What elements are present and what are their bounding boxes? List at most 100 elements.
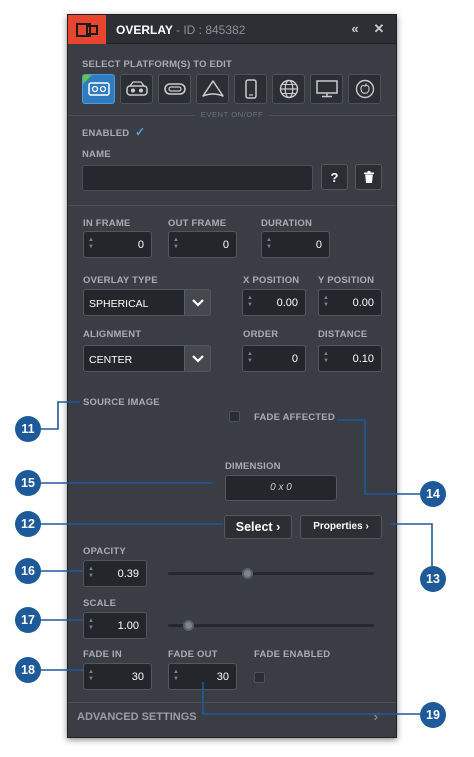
- x-position-value: 0.00: [276, 297, 298, 309]
- cardboard-icon: [163, 83, 186, 95]
- distance-value: 0.10: [352, 353, 374, 365]
- scale-slider[interactable]: [168, 620, 374, 631]
- vr-headset-active-icon: [87, 82, 110, 96]
- fade-out-value: 30: [216, 671, 229, 683]
- y-position-label: Y POSITION: [318, 275, 375, 286]
- spinner-icon[interactable]: ▲ ▼: [87, 566, 95, 580]
- close-icon[interactable]: ✕: [371, 21, 387, 37]
- callout-15: 15: [15, 470, 41, 496]
- desktop-monitor-icon: [315, 80, 338, 98]
- advanced-settings-row[interactable]: ADVANCED SETTINGS ›: [68, 704, 396, 730]
- section-divider: [68, 205, 396, 206]
- callout-12: 12: [15, 511, 41, 537]
- title-bar: OVERLAY - ID : 845382 « ✕: [68, 15, 396, 44]
- name-field[interactable]: [82, 165, 313, 191]
- y-position-input[interactable]: ▲ ▼ 0.00: [318, 289, 382, 316]
- chevron-down-icon[interactable]: [184, 346, 210, 371]
- trash-icon: [363, 171, 374, 183]
- properties-button[interactable]: Properties ›: [300, 515, 382, 539]
- help-button[interactable]: ?: [321, 164, 348, 190]
- spinner-icon[interactable]: ▲ ▼: [87, 669, 95, 683]
- platform-apple-tv-button[interactable]: [348, 74, 381, 104]
- spinner-icon[interactable]: ▲ ▼: [172, 237, 180, 251]
- mobile-phone-icon: [244, 79, 257, 99]
- x-position-label: X POSITION: [243, 275, 300, 286]
- callout-14: 14: [420, 481, 446, 507]
- in-frame-input[interactable]: ▲ ▼ 0: [83, 231, 152, 258]
- fade-affected-checkbox[interactable]: [229, 411, 240, 422]
- in-frame-value: 0: [137, 239, 144, 251]
- platform-mobile-button[interactable]: [234, 74, 267, 104]
- alignment-value: CENTER: [89, 354, 133, 366]
- fade-enabled-label: FADE ENABLED: [254, 649, 331, 660]
- order-value: 0: [291, 353, 298, 365]
- source-image-label: SOURCE IMAGE: [83, 397, 160, 408]
- opacity-input[interactable]: ▲ ▼ 0.39: [83, 560, 147, 587]
- overlay-icon: [68, 15, 106, 44]
- fade-in-input[interactable]: ▲ ▼ 30: [83, 663, 152, 690]
- delete-button[interactable]: [355, 164, 382, 190]
- spinner-icon[interactable]: ▲ ▼: [87, 237, 95, 251]
- chevron-down-icon[interactable]: [184, 290, 210, 315]
- dimension-value: 0 x 0: [225, 475, 337, 501]
- fade-out-input[interactable]: ▲ ▼ 30: [168, 663, 237, 690]
- callout-13: 13: [420, 566, 446, 592]
- distance-input[interactable]: ▲ ▼ 0.10: [318, 345, 382, 372]
- chevron-right-icon[interactable]: ›: [374, 709, 378, 724]
- out-frame-label: OUT FRAME: [168, 218, 227, 229]
- spinner-icon[interactable]: ▲ ▼: [246, 295, 254, 309]
- platform-desktop-button[interactable]: [310, 74, 343, 104]
- name-label: NAME: [82, 149, 111, 160]
- fade-enabled-checkbox[interactable]: [254, 672, 265, 683]
- double-chevron-left-icon[interactable]: «: [347, 21, 363, 37]
- scale-label: SCALE: [83, 598, 117, 609]
- order-input[interactable]: ▲ ▼ 0: [242, 345, 306, 372]
- vr-goggles-icon: [125, 81, 148, 96]
- enabled-checkbox[interactable]: ✓: [135, 125, 145, 139]
- window-id: - ID : 845382: [176, 23, 246, 37]
- opacity-slider[interactable]: [168, 568, 374, 579]
- overlay-panel: OVERLAY - ID : 845382 « ✕ SELECT PLATFOR…: [67, 14, 397, 738]
- spinner-icon[interactable]: ▲ ▼: [246, 351, 254, 365]
- opacity-value: 0.39: [117, 568, 139, 580]
- platform-vr-headset-button[interactable]: [82, 74, 115, 104]
- distance-label: DISTANCE: [318, 329, 368, 340]
- duration-input[interactable]: ▲ ▼ 0: [261, 231, 330, 258]
- duration-label: DURATION: [261, 218, 313, 229]
- triangle-headset-icon: [201, 80, 224, 97]
- platform-selector: [82, 74, 382, 104]
- scale-input[interactable]: ▲ ▼ 1.00: [83, 612, 147, 639]
- scale-slider-thumb[interactable]: [182, 620, 194, 631]
- callout-17: 17: [15, 607, 41, 633]
- spinner-icon[interactable]: ▲ ▼: [322, 351, 330, 365]
- overlay-type-select[interactable]: SPHERICAL: [83, 289, 211, 316]
- scale-value: 1.00: [117, 620, 139, 632]
- platforms-label: SELECT PLATFORM(S) TO EDIT: [82, 59, 232, 70]
- spinner-icon[interactable]: ▲ ▼: [265, 237, 273, 251]
- alignment-select[interactable]: CENTER: [83, 345, 211, 372]
- enabled-label: ENABLED: [82, 128, 130, 139]
- out-frame-input[interactable]: ▲ ▼ 0: [168, 231, 237, 258]
- opacity-slider-thumb[interactable]: [242, 568, 254, 579]
- duration-value: 0: [315, 239, 322, 251]
- x-position-input[interactable]: ▲ ▼ 0.00: [242, 289, 306, 316]
- out-frame-value: 0: [222, 239, 229, 251]
- event-label: EVENT ON/OFF: [194, 110, 270, 119]
- order-label: ORDER: [243, 329, 279, 340]
- callout-11: 11: [15, 416, 41, 442]
- platform-cardboard-button[interactable]: [158, 74, 191, 104]
- fade-in-label: FADE IN: [83, 649, 122, 660]
- callout-19: 19: [420, 702, 446, 728]
- platform-vr-goggles-button[interactable]: [120, 74, 153, 104]
- spinner-icon[interactable]: ▲ ▼: [172, 669, 180, 683]
- callout-18: 18: [15, 657, 41, 683]
- platform-web-button[interactable]: [272, 74, 305, 104]
- in-frame-label: IN FRAME: [83, 218, 131, 229]
- opacity-label: OPACITY: [83, 546, 126, 557]
- advanced-settings-label: ADVANCED SETTINGS: [77, 711, 197, 723]
- spinner-icon[interactable]: ▲ ▼: [87, 618, 95, 632]
- window-title: OVERLAY: [116, 23, 173, 37]
- platform-triangle-button[interactable]: [196, 74, 229, 104]
- select-button[interactable]: Select ›: [224, 515, 292, 539]
- spinner-icon[interactable]: ▲ ▼: [322, 295, 330, 309]
